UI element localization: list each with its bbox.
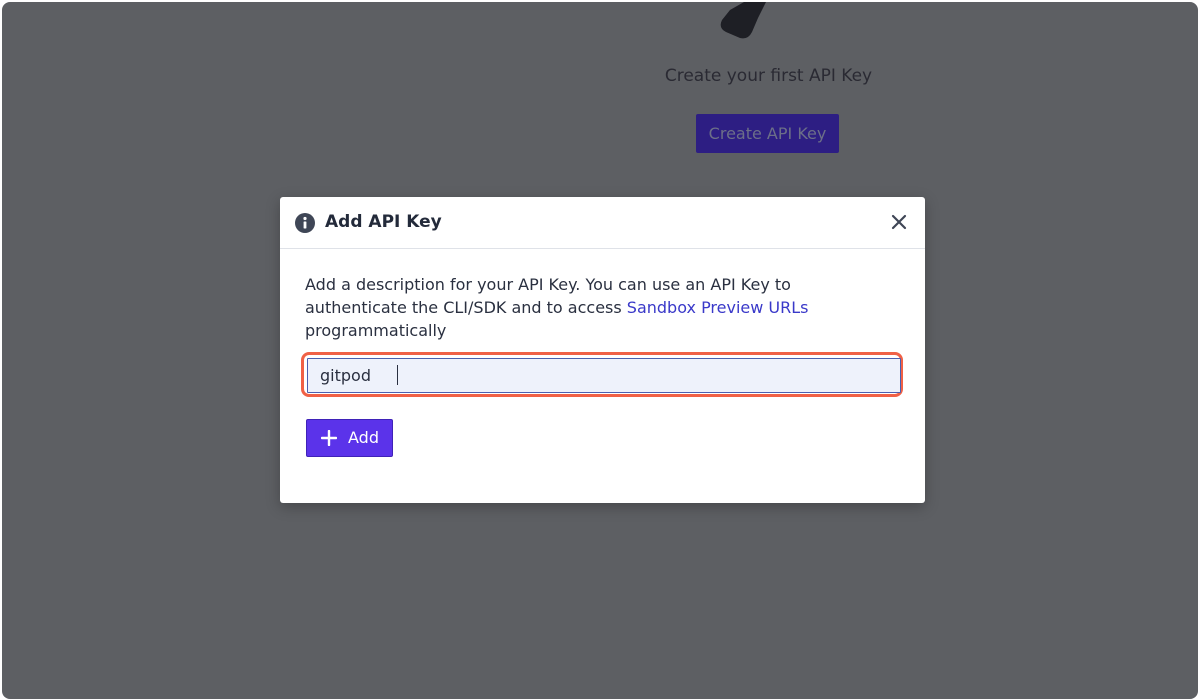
plus-icon (321, 430, 337, 446)
dialog-header: Add API Key (280, 197, 925, 249)
key-icon (720, 2, 766, 39)
input-focus-highlight (301, 352, 903, 397)
create-api-key-button[interactable]: Create API Key (696, 114, 839, 153)
empty-state-title: Create your first API Key (664, 66, 873, 86)
dialog-description: Add a description for your API Key. You … (305, 273, 865, 342)
add-button[interactable]: Add (306, 419, 393, 457)
text-caret (397, 365, 398, 385)
description-suffix: programmatically (305, 321, 447, 340)
close-icon[interactable] (888, 211, 910, 233)
add-button-label: Add (348, 428, 379, 447)
info-icon (295, 213, 315, 233)
add-api-key-dialog: Add API Key Add a description for your A… (280, 197, 925, 503)
dialog-title: Add API Key (325, 212, 442, 232)
app-window: Create your first API Key Create API Key… (2, 2, 1198, 699)
sandbox-preview-urls-link[interactable]: Sandbox Preview URLs (627, 298, 809, 317)
